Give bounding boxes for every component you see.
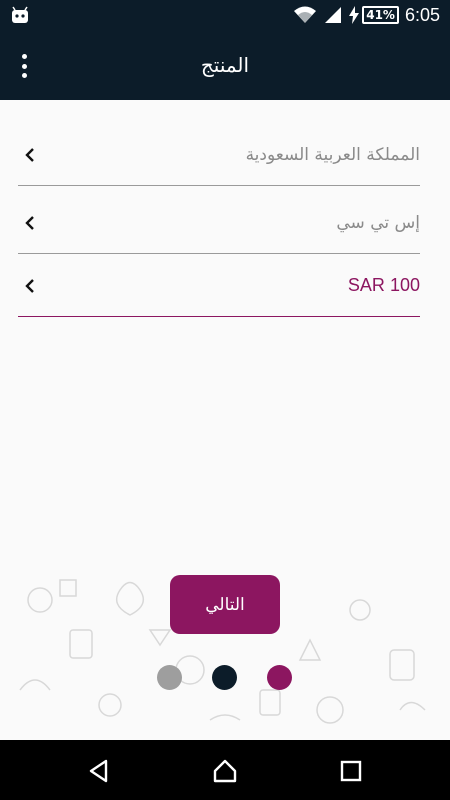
next-button[interactable]: التالي [170, 575, 280, 634]
home-icon[interactable] [212, 758, 238, 784]
amount-select[interactable]: 100 SAR [18, 255, 420, 317]
back-icon[interactable] [86, 758, 112, 784]
wifi-icon [294, 6, 317, 23]
content-area: المملكة العربية السعودية إس تي سي 100 SA… [0, 100, 450, 740]
chevron-left-icon [18, 211, 42, 235]
page-title: المنتج [200, 53, 250, 77]
country-value: المملكة العربية السعودية [245, 144, 420, 165]
pager-dot-3 [267, 665, 292, 690]
battery-indicator: 41% [349, 6, 399, 24]
navigation-bar [0, 740, 450, 800]
signal-icon [325, 7, 342, 23]
pager-dot-2 [212, 665, 237, 690]
amount-value: 100 SAR [347, 275, 420, 295]
recents-icon[interactable] [338, 758, 364, 784]
operator-select[interactable]: إس تي سي [18, 192, 420, 254]
status-bar: 41% 6:05 [0, 0, 450, 30]
pager-dot-1 [157, 665, 182, 690]
charging-icon [349, 6, 360, 24]
battery-percent: 41% [362, 6, 399, 24]
chevron-left-icon [18, 274, 42, 298]
overflow-menu-icon[interactable] [14, 52, 34, 80]
android-debug-icon [12, 6, 28, 23]
app-bar: المنتج [0, 30, 450, 100]
operator-value: إس تي سي [336, 212, 420, 233]
status-time: 6:05 [404, 4, 440, 25]
country-select[interactable]: المملكة العربية السعودية [18, 124, 420, 186]
chevron-left-icon [18, 143, 42, 167]
